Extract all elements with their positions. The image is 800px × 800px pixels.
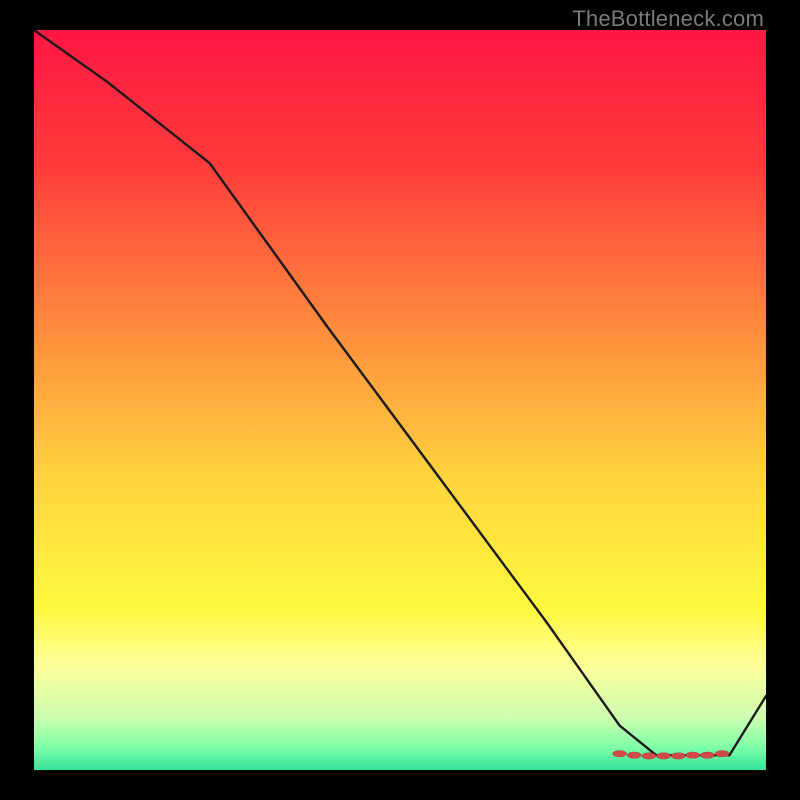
optimal-marker: [642, 753, 656, 759]
chart-svg: [34, 30, 766, 770]
gradient-background: [34, 30, 766, 770]
plot-area: [34, 30, 766, 770]
optimal-marker: [657, 753, 671, 759]
optimal-marker: [715, 751, 729, 757]
optimal-marker: [700, 752, 714, 758]
optimal-marker: [671, 753, 685, 759]
optimal-marker: [613, 751, 627, 757]
watermark-label: TheBottleneck.com: [572, 6, 764, 32]
optimal-marker: [627, 752, 641, 758]
chart-frame: TheBottleneck.com: [0, 0, 800, 800]
optimal-marker: [686, 752, 700, 758]
